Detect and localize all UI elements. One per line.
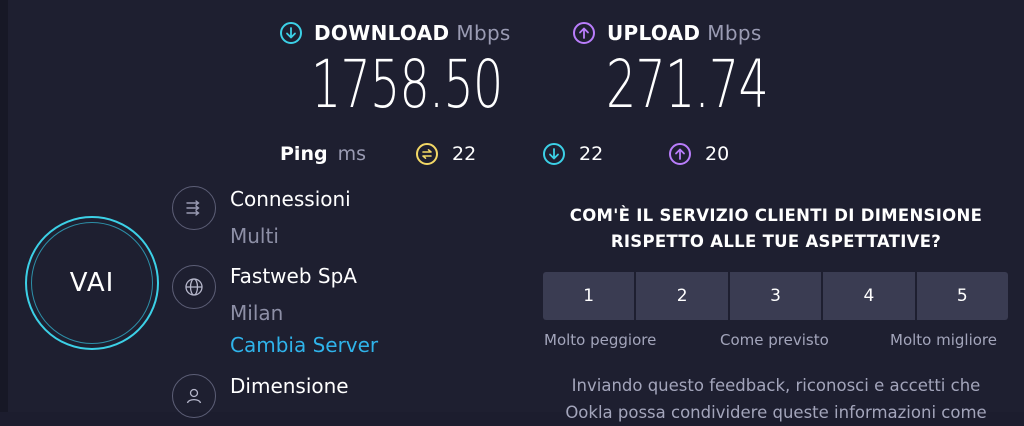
scale-label-mid: Come previsto xyxy=(720,331,829,349)
upload-arrow-icon xyxy=(573,22,595,44)
upload-speed-value: 271.74 xyxy=(606,46,769,123)
ping-unit: ms xyxy=(337,143,366,165)
upload-unit: Mbps xyxy=(707,21,762,45)
rating-scale: 1 2 3 4 5 xyxy=(543,272,1009,320)
upload-arrow-icon xyxy=(669,143,691,165)
ping-idle: 22 xyxy=(416,141,476,167)
download-label: DOWNLOAD xyxy=(314,21,450,45)
ping-idle-value: 22 xyxy=(452,143,477,165)
go-button[interactable]: VAI xyxy=(25,216,159,350)
connections-value: Multi xyxy=(230,224,279,248)
server-provider-name: Fastweb SpA xyxy=(230,264,357,288)
download-arrow-icon xyxy=(280,22,302,44)
isp-name: Dimensione xyxy=(230,374,349,398)
rating-button-1[interactable]: 1 xyxy=(543,272,635,320)
change-server-link[interactable]: Cambia Server xyxy=(230,333,378,357)
rating-button-3[interactable]: 3 xyxy=(729,272,822,320)
download-header: DOWNLOAD Mbps xyxy=(280,19,511,47)
upload-header: UPLOAD Mbps xyxy=(573,19,762,47)
ping-download: 22 xyxy=(543,141,603,167)
disclaimer-line2: Ookla possa condividere queste informazi… xyxy=(565,403,987,422)
ping-label-group: Ping ms xyxy=(280,141,366,167)
scale-label-high: Molto migliore xyxy=(890,331,997,349)
server-location: Milan xyxy=(230,301,284,325)
rating-button-5[interactable]: 5 xyxy=(916,272,1009,320)
feedback-disclaimer: Inviando questo feedback, riconosci e ac… xyxy=(540,372,1012,426)
ping-download-value: 22 xyxy=(579,143,604,165)
ping-label: Ping xyxy=(280,143,328,165)
survey-question-line2: RISPETTO ALLE TUE ASPETTATIVE? xyxy=(610,232,942,251)
ping-upload: 20 xyxy=(669,141,729,167)
connections-title: Connessioni xyxy=(230,187,351,211)
globe-icon xyxy=(172,265,216,309)
ping-upload-value: 20 xyxy=(705,143,730,165)
left-edge xyxy=(0,0,8,412)
connections-icon xyxy=(172,186,216,230)
ping-jitter-icon xyxy=(416,143,438,165)
rating-button-4[interactable]: 4 xyxy=(823,272,915,320)
download-speed-value: 1758.50 xyxy=(311,46,503,123)
upload-label: UPLOAD xyxy=(607,21,701,45)
download-arrow-icon xyxy=(543,143,565,165)
disclaimer-line1: Inviando questo feedback, riconosci e ac… xyxy=(571,376,981,395)
go-button-label: VAI xyxy=(31,222,153,344)
survey-question-line1: COM'È IL SERVIZIO CLIENTI DI DIMENSIONE xyxy=(569,206,983,225)
survey-question: COM'È IL SERVIZIO CLIENTI DI DIMENSIONE … xyxy=(544,203,1008,255)
download-unit: Mbps xyxy=(456,21,511,45)
user-icon xyxy=(172,374,216,418)
scale-label-low: Molto peggiore xyxy=(544,331,657,349)
rating-button-2[interactable]: 2 xyxy=(636,272,728,320)
